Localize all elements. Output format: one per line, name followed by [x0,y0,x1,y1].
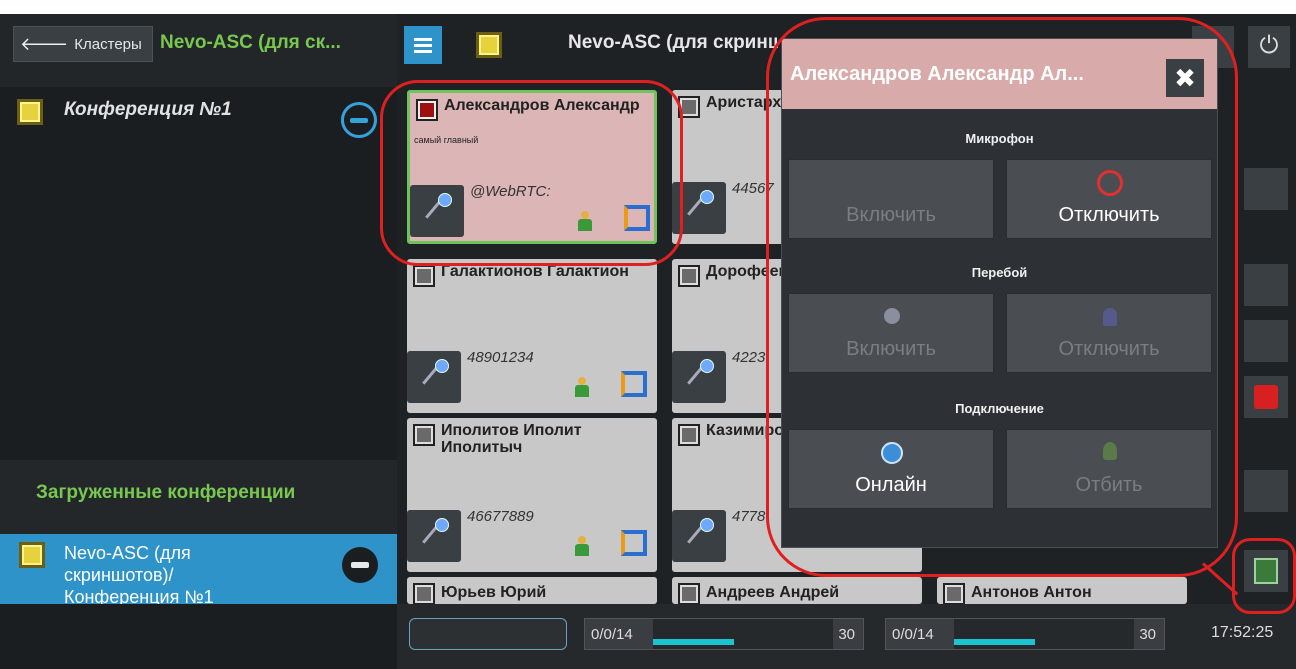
back-label: Кластеры [74,35,142,53]
menu-button[interactable] [404,26,442,64]
participant-checkbox[interactable] [413,265,435,287]
menu-icon-line [414,49,432,53]
participant-card[interactable]: Антонов Антон [937,577,1187,604]
participant-checkbox[interactable] [678,424,700,446]
stat-progress-fill [653,639,734,645]
stat-progress-bar [954,619,1134,649]
stat-max: 30 [1139,626,1156,643]
stat-count: 0/0/14 [591,626,633,643]
participant-checkbox[interactable] [413,424,435,446]
annotation-outline-card [380,80,683,266]
participant-name: Антонов Антон [971,584,1092,601]
loaded-conference-item[interactable]: Nevo-ASC (для скриншотов)/ Конференция №… [0,534,397,604]
record-icon [1254,385,1278,409]
microphone-icon[interactable] [407,510,461,562]
participant-number: 46677889 [467,508,534,525]
stat-progress-bar [653,619,833,649]
loaded-conference-label: Nevo-ASC (для скриншотов)/ Конференция №… [64,543,214,604]
search-input[interactable] [409,618,567,650]
participant-number: 48901234 [467,349,534,366]
participants-button[interactable] [1244,470,1288,512]
loaded-conferences-title: Загруженные конференции [0,460,397,534]
stat-box: 0/0/14 30 [885,618,1165,650]
collapse-conference-button[interactable] [341,102,377,138]
participant-checkbox[interactable] [678,583,700,604]
call-button[interactable] [1244,264,1288,306]
mute-all-button[interactable] [1244,168,1288,210]
play-button[interactable] [1244,320,1288,362]
microphone-icon[interactable] [407,351,461,403]
annotation-outline-popup [766,17,1238,577]
stat-count: 0/0/14 [892,626,934,643]
participant-checkbox[interactable] [413,583,435,604]
stat-max: 30 [838,626,855,643]
stat-progress-fill [954,639,1035,645]
conference-status-icon-top [476,32,502,58]
participant-checkbox[interactable] [943,583,965,604]
person-icon [575,536,589,556]
participant-card[interactable]: Юрьев Юрий [407,577,657,604]
menu-icon-line [414,43,432,47]
transfer-icon[interactable] [621,371,647,397]
stat-box: 0/0/14 30 [584,618,864,650]
participant-card[interactable]: Галактионов Галактион 48901234 [407,259,657,413]
participant-name: Иполитов Иполит Иполитыч [441,422,582,456]
app-window: 🡐 Кластеры Nevo-ASC (для ск... Конференц… [0,14,1296,669]
participant-card[interactable]: Андреев Андрей [672,577,922,604]
menu-icon-line [414,37,432,41]
participant-name: Юрьев Юрий [441,584,547,601]
arrow-left-icon: 🡐 [20,33,69,54]
microphone-icon[interactable] [672,351,726,403]
clock: 17:52:25 [1211,624,1274,641]
annotation-outline-tool [1232,538,1296,614]
power-button[interactable]: ⏻ [1248,26,1290,68]
cluster-title: Nevo-ASC (для ск... [160,32,341,53]
person-icon [575,377,589,397]
back-to-clusters-button[interactable]: 🡐 Кластеры [13,26,153,62]
conference-status-icon [17,99,43,125]
left-header: 🡐 Кластеры Nevo-ASC (для ск... [0,14,397,87]
left-panel: 🡐 Кластеры Nevo-ASC (для ск... Конференц… [0,14,397,669]
bottom-bar: 0/0/14 30 0/0/14 30 17:52:25 [397,604,1296,669]
unload-conference-button[interactable] [342,547,378,583]
microphone-icon[interactable] [672,510,726,562]
participant-card[interactable]: Иполитов Иполит Иполитыч 46677889 [407,418,657,572]
top-conference-title: Nevo-ASC (для скриншотов) [568,32,778,53]
conference-name: Конференция №1 [64,99,232,120]
participant-name: Андреев Андрей [706,584,840,601]
record-button[interactable] [1244,376,1288,418]
participant-number: 4778 [732,508,766,525]
transfer-icon[interactable] [621,530,647,556]
conference-row[interactable]: Конференция №1 [0,94,397,154]
participant-checkbox[interactable] [678,265,700,287]
participant-number: 4223 [732,349,766,366]
loaded-conference-status-icon [19,542,45,568]
